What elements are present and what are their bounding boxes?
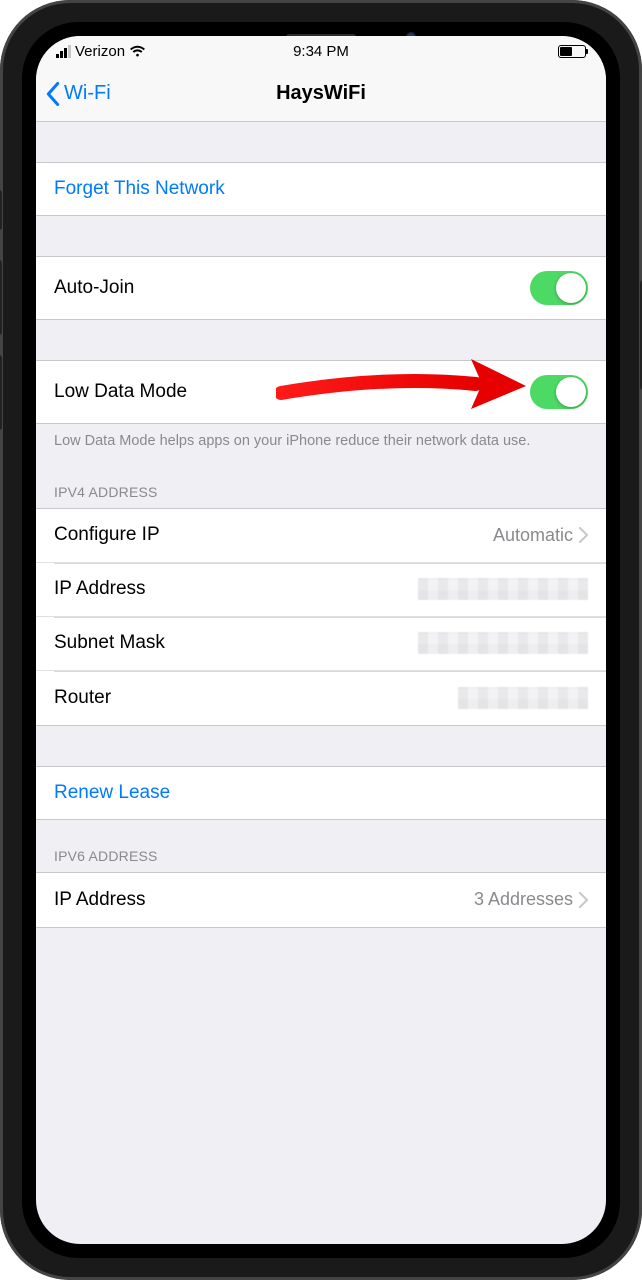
chevron-right-icon [579, 527, 588, 543]
ipv4-group: Configure IP Automatic IP Address Subnet… [36, 508, 606, 726]
ipv4-header: IPV4 ADDRESS [36, 456, 606, 508]
back-label: Wi-Fi [64, 82, 111, 105]
ipv6-ip-address-value: 3 Addresses [474, 889, 573, 910]
router-row: Router [36, 671, 606, 725]
ipv6-ip-address-row[interactable]: IP Address 3 Addresses [36, 873, 606, 927]
content-scroll[interactable]: Forget This Network Auto-Join Low Data M… [36, 122, 606, 1244]
renew-lease-label: Renew Lease [54, 782, 170, 804]
ip-address-row: IP Address [36, 563, 606, 617]
redacted-value [418, 632, 588, 654]
ip-address-label: IP Address [54, 578, 418, 600]
navigation-bar: Wi-Fi HaysWiFi [36, 66, 606, 122]
forget-network-button[interactable]: Forget This Network [36, 162, 606, 216]
auto-join-label: Auto-Join [54, 277, 530, 299]
back-button[interactable]: Wi-Fi [46, 82, 111, 106]
renew-lease-button[interactable]: Renew Lease [36, 766, 606, 820]
clock: 9:34 PM [293, 43, 349, 60]
redacted-value [418, 578, 588, 600]
status-bar: Verizon 9:34 PM [36, 36, 606, 66]
volume-down-button [0, 355, 2, 430]
chevron-right-icon [579, 892, 588, 908]
configure-ip-row[interactable]: Configure IP Automatic [36, 509, 606, 563]
screen: Verizon 9:34 PM Wi-Fi Hays [36, 36, 606, 1244]
battery-icon [558, 45, 586, 58]
low-data-mode-row: Low Data Mode [36, 360, 606, 424]
ipv6-ip-address-label: IP Address [54, 889, 474, 911]
silent-switch [0, 190, 2, 230]
toggle-knob [556, 377, 586, 407]
forget-network-label: Forget This Network [54, 178, 225, 200]
chevron-left-icon [46, 82, 60, 106]
subnet-mask-row: Subnet Mask [36, 617, 606, 671]
cellular-signal-icon [56, 45, 71, 58]
toggle-knob [556, 273, 586, 303]
low-data-mode-footer: Low Data Mode helps apps on your iPhone … [36, 424, 606, 456]
phone-frame: Verizon 9:34 PM Wi-Fi Hays [0, 0, 642, 1280]
subnet-mask-label: Subnet Mask [54, 632, 418, 654]
low-data-mode-toggle[interactable] [530, 375, 588, 409]
phone-bezel: Verizon 9:34 PM Wi-Fi Hays [22, 22, 620, 1258]
redacted-value [458, 687, 588, 709]
auto-join-toggle[interactable] [530, 271, 588, 305]
page-title: HaysWiFi [276, 82, 366, 105]
wifi-icon [129, 44, 146, 58]
auto-join-row: Auto-Join [36, 256, 606, 320]
router-label: Router [54, 687, 458, 709]
low-data-mode-label: Low Data Mode [54, 381, 530, 403]
ipv6-group: IP Address 3 Addresses [36, 872, 606, 928]
volume-up-button [0, 260, 2, 335]
configure-ip-value: Automatic [493, 525, 573, 546]
ipv6-header: IPV6 ADDRESS [36, 820, 606, 872]
configure-ip-label: Configure IP [54, 524, 493, 546]
carrier-label: Verizon [75, 43, 125, 60]
